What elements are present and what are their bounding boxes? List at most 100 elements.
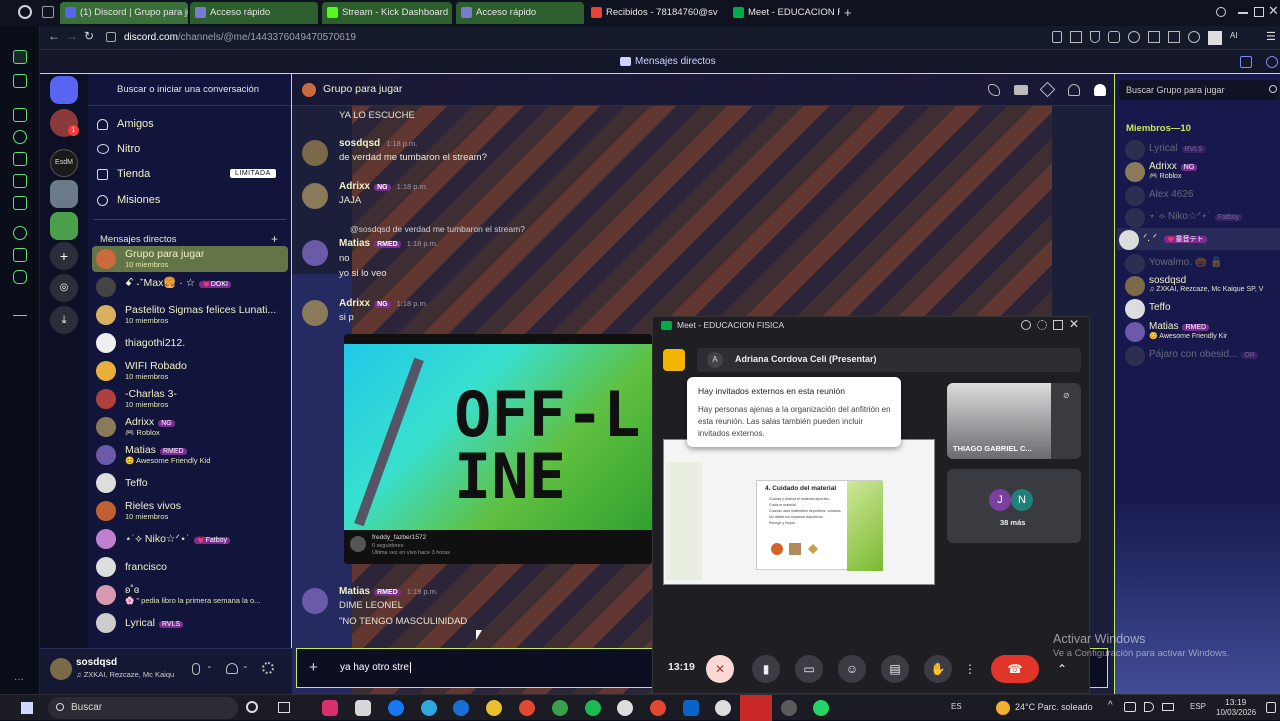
maximize-icon[interactable]: [1254, 7, 1264, 17]
camera-button[interactable]: ▮: [752, 655, 780, 683]
download-apps-icon[interactable]: ⤓: [50, 306, 78, 334]
help-icon[interactable]: [1266, 56, 1278, 68]
member-item[interactable]: Yowalmo. 🎃 🔒: [1123, 252, 1279, 274]
member-item[interactable]: ᐟ. ᐟ 💗童音テト: [1117, 228, 1280, 250]
leave-call-button[interactable]: ☎: [991, 655, 1039, 683]
chrome-2-icon[interactable]: [519, 700, 535, 716]
battery-icon[interactable]: [1162, 703, 1174, 711]
pinned-icon[interactable]: [1039, 81, 1056, 98]
site-info-icon[interactable]: [106, 32, 116, 42]
messenger-icon[interactable]: [13, 226, 27, 240]
more-icon[interactable]: ···: [14, 674, 24, 685]
history-icon[interactable]: [13, 130, 27, 144]
play-icon[interactable]: [1168, 31, 1180, 43]
member-item[interactable]: ⋆˙⟡ Niko☆ᐟ⋆˙ Fatboy: [1123, 206, 1279, 228]
dm-item[interactable]: Rieles vivos 10 miembros: [92, 498, 288, 524]
search-tabs-icon[interactable]: [1216, 7, 1226, 17]
member-item[interactable]: Lyrical RVLS: [1123, 138, 1279, 160]
dm-item[interactable]: Grupo para jugar 10 miembros: [92, 246, 288, 272]
dm-item[interactable]: thiagothi212.: [92, 330, 288, 356]
member-item[interactable]: Matias RMED 😊 Awesome Friendly Kir: [1123, 320, 1279, 342]
call-icon[interactable]: [988, 84, 1000, 96]
emoji-button[interactable]: ☺: [838, 655, 866, 683]
server-icon[interactable]: [50, 180, 78, 208]
download-icon[interactable]: [13, 302, 27, 316]
opera-gx-icon[interactable]: [781, 700, 797, 716]
forward-icon[interactable]: →: [66, 29, 78, 43]
spotify-icon[interactable]: [585, 700, 601, 716]
member-item[interactable]: Adrixx NG 🎮 Roblox: [1123, 160, 1279, 182]
gamepad-icon[interactable]: [13, 74, 27, 88]
ai-icon[interactable]: AI: [1230, 31, 1244, 43]
screenshot-icon[interactable]: [1070, 31, 1082, 43]
nav-tienda[interactable]: Tienda LIMITADA: [94, 166, 284, 184]
add-attachment-icon[interactable]: +: [309, 659, 318, 676]
volume-icon[interactable]: [1144, 702, 1154, 712]
extension-icon[interactable]: [1148, 31, 1160, 43]
participant-tile[interactable]: ⊘ THIAGO GABRIEL C...: [947, 383, 1081, 459]
dm-item[interactable]: WIFI Robado 10 miembros: [92, 358, 288, 384]
mail-icon[interactable]: [13, 196, 27, 210]
captions-button[interactable]: ▤: [881, 655, 909, 683]
instagram-icon[interactable]: [322, 700, 338, 716]
clock-date[interactable]: 10/03/2026: [1216, 708, 1256, 717]
member-list-icon[interactable]: [1094, 84, 1106, 96]
windows-start-icon[interactable]: [21, 702, 33, 714]
profile-avatar-icon[interactable]: [1208, 31, 1222, 45]
clock-time[interactable]: 13:19: [1225, 697, 1246, 707]
video-icon[interactable]: [1014, 85, 1028, 95]
taskbar-search[interactable]: Buscar: [48, 697, 238, 719]
present-button[interactable]: ▭: [795, 655, 823, 683]
explore-icon[interactable]: ◎: [50, 274, 78, 302]
instagram-icon[interactable]: [13, 270, 27, 284]
bag-icon[interactable]: [13, 152, 27, 166]
reply-preview[interactable]: @sosdqsd de verdad me tumbaron el stream…: [350, 224, 525, 234]
server-icon[interactable]: 1: [50, 109, 79, 137]
member-item[interactable]: sosdqsd ♫ ZXKAI, Rezcaze, Mc Kaique SP, V: [1123, 274, 1279, 296]
discord-home-icon[interactable]: [50, 76, 78, 104]
heart-icon[interactable]: [1128, 31, 1140, 43]
nav-nitro[interactable]: Nitro: [94, 141, 284, 159]
weather-text[interactable]: 24°C Parc. soleado: [1015, 702, 1093, 712]
tray-chevron-icon[interactable]: ^: [1108, 700, 1113, 711]
member-search[interactable]: Buscar Grupo para jugar: [1119, 80, 1279, 100]
whatsapp-icon[interactable]: [813, 700, 829, 716]
server-icon[interactable]: EsdM: [50, 149, 78, 177]
server-icon[interactable]: [50, 212, 78, 240]
browser-menu-icon[interactable]: ☰: [1266, 30, 1276, 43]
stream-embed[interactable]: OFF-LINE freddy_fazber1572 0 seguidores …: [344, 334, 652, 564]
member-item[interactable]: Teffo: [1123, 297, 1279, 319]
tab-acceso-rapido-2[interactable]: Acceso rápido: [456, 2, 584, 24]
whatsapp-web-icon[interactable]: [715, 700, 731, 716]
tab-kick-dashboard[interactable]: Stream - Kick Dashboard: [322, 2, 452, 24]
task-view-icon[interactable]: [278, 702, 290, 713]
chatgpt-icon[interactable]: [617, 700, 633, 716]
raise-hand-button[interactable]: ✋: [924, 655, 952, 683]
chevron-down-icon[interactable]: ⌄: [206, 661, 213, 670]
dm-item[interactable]: ʚ˚ɞ 🌸 " pedia libro la primera semana la …: [92, 582, 288, 608]
shield-icon[interactable]: [1090, 31, 1100, 43]
add-friends-icon[interactable]: [1068, 84, 1080, 96]
nav-amigos[interactable]: Amigos: [94, 116, 284, 134]
browser-logo-icon[interactable]: [18, 5, 32, 19]
chrome-3-icon[interactable]: [552, 700, 568, 716]
member-item[interactable]: Pájaro con obesid... OR: [1123, 344, 1279, 366]
close-icon[interactable]: ✕: [1069, 317, 1079, 331]
news-icon[interactable]: [13, 174, 27, 188]
camera-off-icon[interactable]: [663, 349, 685, 371]
edge-icon[interactable]: [421, 700, 437, 716]
user-avatar[interactable]: [50, 658, 72, 680]
message-input[interactable]: ya hay otro stre: [340, 662, 411, 673]
url-field[interactable]: discord.com/channels/@me/144337604947057…: [124, 32, 356, 43]
reload-icon[interactable]: ↻: [84, 29, 94, 43]
network-icon[interactable]: [1124, 702, 1136, 712]
new-tab-button[interactable]: +: [844, 5, 852, 20]
chevron-down-icon[interactable]: ⌄: [242, 661, 249, 670]
recording-icon[interactable]: [740, 695, 772, 721]
mic-off-button[interactable]: ✕: [706, 655, 734, 683]
more-options-button[interactable]: ⋮: [961, 655, 979, 683]
close-window-icon[interactable]: ✕: [1268, 3, 1279, 19]
dm-item[interactable]: Matias RMED 😊 Awesome Friendly Kid: [92, 442, 288, 468]
dm-item[interactable]: francisco: [92, 554, 288, 580]
tab-acceso-rapido-1[interactable]: Acceso rápido: [190, 2, 318, 24]
